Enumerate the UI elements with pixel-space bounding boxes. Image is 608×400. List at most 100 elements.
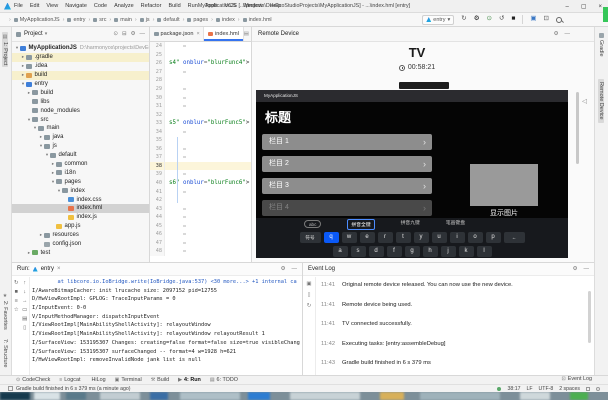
close-window-button[interactable]: × bbox=[598, 4, 602, 10]
lock-icon[interactable] bbox=[586, 387, 590, 391]
hide-panel-icon[interactable]: — bbox=[292, 266, 298, 272]
toolwindow-tab-structure[interactable]: 7: Structure bbox=[2, 339, 8, 367]
tree-row[interactable]: config.json bbox=[12, 240, 149, 249]
keyboard-key[interactable]: h bbox=[423, 246, 438, 257]
keyboard-key[interactable]: t bbox=[396, 232, 411, 243]
scroll-down-icon[interactable]: ↓ bbox=[23, 289, 26, 295]
editor-line[interactable]: 46 bbox=[150, 230, 251, 239]
menu-item[interactable]: VCS bbox=[225, 3, 236, 9]
menu-item[interactable]: Window bbox=[243, 3, 263, 9]
breadcrumb-item[interactable]: entry bbox=[60, 17, 86, 23]
tree-row[interactable]: node_modules bbox=[12, 106, 149, 115]
editor-line[interactable]: 39 bbox=[150, 170, 251, 179]
keyboard-key[interactable]: g bbox=[405, 246, 420, 257]
hide-panel-icon[interactable]: — bbox=[140, 31, 146, 37]
tree-row[interactable]: index.js bbox=[12, 213, 149, 222]
collapse-all-icon[interactable]: ⊟ bbox=[122, 31, 127, 37]
keyboard-key[interactable]: w bbox=[342, 232, 357, 243]
refresh-icon[interactable]: ↻ bbox=[307, 303, 312, 309]
editor-line[interactable]: 33 s5" onblur="blurFunc5"> bbox=[150, 119, 251, 128]
keyboard-key[interactable]: i bbox=[450, 232, 465, 243]
tree-row[interactable]: ▸ .idea bbox=[12, 62, 149, 71]
clear-log-icon[interactable]: ▯ bbox=[307, 292, 310, 298]
editor-line[interactable]: 41 bbox=[150, 187, 251, 196]
toolwindow-button[interactable]: ≡ Logcat bbox=[59, 377, 80, 383]
tree-row[interactable]: app.js bbox=[12, 222, 149, 231]
editor-line[interactable]: 36 bbox=[150, 145, 251, 154]
gear-icon[interactable]: ⚙ bbox=[131, 31, 136, 37]
project-view-title[interactable]: Project bbox=[24, 31, 43, 37]
toolwindow-button[interactable]: ▶ 4: Run bbox=[178, 377, 201, 383]
tree-row[interactable]: ▾ pages bbox=[12, 177, 149, 186]
keyboard-key[interactable]: p bbox=[486, 232, 501, 243]
keyboard-key[interactable]: l bbox=[477, 246, 492, 257]
tree-row[interactable]: ▾ src bbox=[12, 115, 149, 124]
stop-icon[interactable]: ■ bbox=[15, 289, 18, 295]
menu-item[interactable]: Run bbox=[188, 3, 198, 9]
tree-row[interactable]: ▾ index bbox=[12, 186, 149, 195]
keyboard-key[interactable]: 符号 bbox=[300, 232, 321, 243]
keyboard-key[interactable]: o bbox=[468, 232, 483, 243]
run-configuration-select[interactable]: entry ▾ bbox=[422, 15, 454, 25]
menu-item[interactable]: File bbox=[14, 3, 23, 9]
tree-row[interactable]: ▸ resources bbox=[12, 231, 149, 240]
event-log-entry[interactable]: 11:41 Remote device being used. bbox=[321, 302, 584, 308]
locate-file-icon[interactable]: ⊙ bbox=[113, 31, 118, 37]
editor-line[interactable]: 37 bbox=[150, 153, 251, 162]
settings-icon[interactable]: ⚙ bbox=[474, 16, 480, 23]
editor-line[interactable]: 47 bbox=[150, 239, 251, 248]
editor-line[interactable]: 32 bbox=[150, 110, 251, 119]
editor-line[interactable]: 35 bbox=[150, 136, 251, 145]
keyboard-key[interactable]: u bbox=[432, 232, 447, 243]
list-item[interactable]: 栏目 4 › bbox=[262, 200, 432, 216]
star-icon[interactable]: ☆ bbox=[14, 307, 19, 313]
indent-indicator[interactable]: 2 spaces bbox=[559, 386, 580, 392]
menu-item[interactable]: Help bbox=[269, 3, 280, 9]
keyboard-key[interactable]: r bbox=[378, 232, 393, 243]
scroll-end-icon[interactable]: → bbox=[22, 298, 28, 304]
device-screen[interactable]: MyApplicationJS 标题 栏目 1 › 栏目 2 › 栏目 3 bbox=[256, 90, 568, 258]
editor-line[interactable]: 38 bbox=[150, 162, 251, 171]
hide-tabs-icon[interactable]: ▤ bbox=[244, 31, 249, 37]
menu-item[interactable]: Refactor bbox=[141, 3, 162, 9]
back-button-icon[interactable]: ◁ bbox=[582, 97, 587, 105]
run-tab-entry[interactable]: entry bbox=[41, 266, 54, 272]
editor-line[interactable]: 42 bbox=[150, 196, 251, 205]
close-tab-icon[interactable]: × bbox=[57, 266, 61, 272]
collapse-icon[interactable]: ▭ bbox=[22, 307, 27, 313]
toolwindow-button-eventlog[interactable]: ⊡ Event Log bbox=[562, 376, 592, 382]
hide-panel-icon[interactable]: — bbox=[584, 266, 590, 272]
close-tab-icon[interactable]: × bbox=[196, 31, 199, 37]
event-log-entry[interactable]: 11:41 TV connected successfully. bbox=[321, 321, 584, 327]
print-icon[interactable]: ▤ bbox=[22, 316, 27, 322]
maximize-window-button[interactable]: ▢ bbox=[581, 3, 587, 10]
search-icon[interactable] bbox=[556, 17, 562, 23]
toolwindow-button[interactable]: ⚒ Build bbox=[151, 377, 169, 383]
list-item[interactable]: 栏目 1 › bbox=[262, 134, 432, 150]
sync-icon[interactable]: ↻ bbox=[461, 16, 466, 23]
editor-line[interactable]: 24 bbox=[150, 42, 251, 51]
ime-option[interactable]: 笔画键盘 bbox=[446, 219, 465, 230]
toolwindow-tab-remote-device[interactable]: Remote Device bbox=[598, 79, 604, 123]
editor-line[interactable]: 48 bbox=[150, 247, 251, 256]
breadcrumb-item[interactable]: MyApplicationJS bbox=[6, 17, 60, 23]
tree-row[interactable]: ▾ main bbox=[12, 124, 149, 133]
editor-line[interactable]: 31 bbox=[150, 102, 251, 111]
tree-row[interactable]: ▸ build bbox=[12, 88, 149, 97]
gear-icon[interactable]: ⚙ bbox=[573, 266, 578, 272]
list-item[interactable]: 栏目 2 › bbox=[262, 156, 432, 172]
tree-row[interactable]: ▾ MyApplicationJS D:\harmonyos\projects\… bbox=[12, 44, 149, 53]
menu-item[interactable]: Code bbox=[94, 3, 107, 9]
tree-row[interactable]: ▸ build bbox=[12, 71, 149, 80]
gear-icon[interactable]: ⚙ bbox=[554, 31, 559, 37]
mark-read-icon[interactable]: ▣ bbox=[306, 281, 311, 287]
editor-line[interactable]: 25 bbox=[150, 51, 251, 60]
tree-row[interactable]: ▾ js bbox=[12, 142, 149, 151]
clear-icon[interactable]: ▯ bbox=[23, 325, 26, 331]
ime-option[interactable]: 拼音全键 bbox=[347, 219, 374, 230]
breadcrumb-item[interactable]: index bbox=[208, 17, 235, 23]
breadcrumb-item[interactable]: src bbox=[85, 17, 106, 23]
notifications-icon[interactable] bbox=[596, 387, 600, 391]
editor-line[interactable]: 28 bbox=[150, 76, 251, 85]
editor-line[interactable]: 40 s6" onblur="blurFunc6"> bbox=[150, 179, 251, 188]
